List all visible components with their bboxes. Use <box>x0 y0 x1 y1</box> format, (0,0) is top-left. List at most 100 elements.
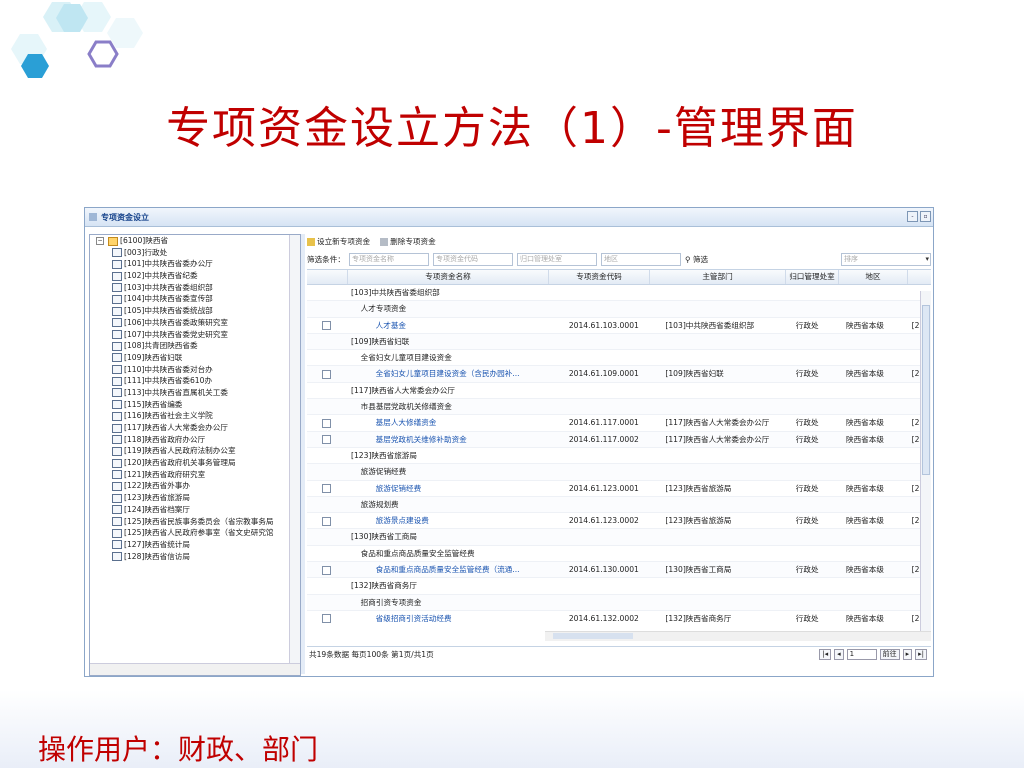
table-row[interactable]: 食品和重点商品质量安全监管经费 <box>307 546 931 563</box>
table-row[interactable]: 人才基金 2014.61.103.0001 [103]中共陕西省委组织部 行政处 陕西省… <box>307 318 931 334</box>
cell-name[interactable]: 旅游景点建设费 <box>346 513 569 528</box>
sort-select[interactable]: 排序 ▾ <box>841 252 931 266</box>
tree-root-node[interactable]: − [6100]陕西省 <box>90 235 300 247</box>
header-code[interactable]: 专项资金代码 <box>549 270 650 284</box>
table-row[interactable]: 基层人大修缮资金 2014.61.117.0001 [117]陕西省人大常委会办公厅… <box>307 415 931 432</box>
filter-button[interactable]: ⚲ 筛选 <box>685 254 708 265</box>
tree-node[interactable]: [120]陕西省政府机关事务管理局 <box>90 457 300 469</box>
row-checkbox[interactable] <box>321 418 331 428</box>
table-row[interactable]: 人才专项资金 <box>307 301 931 318</box>
prev-page-icon[interactable]: ◂ <box>834 649 844 660</box>
tree-node[interactable]: [101]中共陕西省委办公厅 <box>90 258 300 270</box>
cell-code <box>559 399 658 414</box>
tree-node[interactable]: [125]陕西省人民政府参事室（省文史研究馆 <box>90 527 300 539</box>
row-checkbox[interactable] <box>321 435 331 445</box>
tree-node[interactable]: [109]陕西省妇联 <box>90 352 300 364</box>
table-row[interactable]: 省级招商引资活动经费 2014.61.132.0002 [132]陕西省商务厅 行政处… <box>307 611 931 625</box>
tree-node[interactable]: [117]陕西省人大常委会办公厅 <box>90 422 300 434</box>
tree-node[interactable]: [125]陕西省民族事务委员会（省宗教事务局 <box>90 516 300 528</box>
table-row[interactable]: 旅游景点建设费 2014.61.123.0002 [123]陕西省旅游局 行政处 陕西省… <box>307 513 931 530</box>
panel-splitter[interactable] <box>301 234 305 674</box>
table-row[interactable]: [132]陕西省商务厅 <box>307 578 931 595</box>
tree-node[interactable]: [103]中共陕西省委组织部 <box>90 282 300 294</box>
table-row[interactable]: [130]陕西省工商局 <box>307 529 931 546</box>
table-row[interactable]: 旅游促销经费 <box>307 464 931 481</box>
fund-name-input[interactable]: 专项资金名称 <box>348 252 429 266</box>
tree-node[interactable]: [106]中共陕西省委政策研究室 <box>90 317 300 329</box>
cell-name[interactable]: 全省妇女儿童项目建设资金（含民办园补... <box>346 366 569 381</box>
cell-name[interactable]: 省级招商引资活动经费 <box>346 611 569 625</box>
table-row[interactable]: 基层党政机关维修补助资金 2014.61.117.0002 [117]陕西省人大常委… <box>307 431 931 448</box>
node-icon <box>112 470 122 480</box>
row-checkbox-cell <box>307 578 347 593</box>
tree-node[interactable]: [003]行政处 <box>90 247 300 259</box>
minimize-icon[interactable]: - <box>907 211 918 222</box>
cell-name[interactable]: 人才基金 <box>346 318 569 333</box>
table-row[interactable]: 旅游规划费 <box>307 496 931 514</box>
tree-vertical-scrollbar[interactable] <box>289 235 300 663</box>
header-region[interactable]: 地区 <box>839 270 908 284</box>
go-button[interactable]: 前往 <box>879 649 900 660</box>
tree-node[interactable]: [113]中共陕西省直属机关工委 <box>90 387 300 399</box>
cell-name: [103]中共陕西省委组织部 <box>351 288 440 297</box>
table-row[interactable]: 市县基层党政机关修缮资金 <box>307 399 931 416</box>
tree-node[interactable]: [102]中共陕西省纪委 <box>90 270 300 282</box>
table-row[interactable]: 食品和重点商品质量安全监管经费（流通... 2014.61.130.0001 [13… <box>307 562 931 579</box>
collapse-icon[interactable]: − <box>96 237 104 245</box>
restore-icon[interactable]: ▫ <box>920 211 931 222</box>
tree-node[interactable]: [122]陕西省外事办 <box>90 480 300 492</box>
header-office[interactable]: 归口管理处室 <box>786 270 839 284</box>
first-page-icon[interactable]: |◂ <box>819 649 832 660</box>
tree-node[interactable]: [108]共青团陕西省委 <box>90 340 300 352</box>
table-row[interactable]: [109]陕西省妇联 <box>307 333 931 351</box>
table-row[interactable]: [117]陕西省人大常委会办公厅 <box>307 383 931 400</box>
cell-name[interactable]: 基层党政机关维修补助资金 <box>346 432 569 447</box>
tree-node[interactable]: [119]陕西省人民政府法制办公室 <box>90 445 300 457</box>
tree-node[interactable]: [107]中共陕西省委党史研究室 <box>90 329 300 341</box>
tree-node[interactable]: [127]陕西省统计局 <box>90 539 300 551</box>
add-fund-button[interactable]: 设立新专项资金 <box>307 236 370 247</box>
cell-name[interactable]: 食品和重点商品质量安全监管经费（流通... <box>346 562 569 577</box>
tree-node[interactable]: [121]陕西省政府研究室 <box>90 469 300 481</box>
row-checkbox[interactable] <box>321 484 331 494</box>
row-checkbox[interactable] <box>321 516 331 526</box>
row-checkbox[interactable] <box>321 565 331 575</box>
cell-name[interactable]: 基层人大修缮资金 <box>346 415 569 430</box>
row-checkbox[interactable] <box>321 614 331 624</box>
tree-node[interactable]: [118]陕西省政府办公厅 <box>90 434 300 446</box>
table-row[interactable]: 全省妇女儿童项目建设资金 <box>307 350 931 367</box>
tree-horizontal-scrollbar[interactable] <box>90 663 300 675</box>
row-checkbox[interactable] <box>321 321 331 331</box>
table-row[interactable]: [123]陕西省旅游局 <box>307 448 931 465</box>
tree-node[interactable]: [124]陕西省档案厅 <box>90 504 300 516</box>
tree-node[interactable]: [115]陕西省编委 <box>90 399 300 411</box>
cell-dept: [103]中共陕西省委组织部 <box>665 320 755 330</box>
tree-node[interactable]: [128]陕西省信访局 <box>90 551 300 563</box>
row-checkbox[interactable] <box>321 369 331 379</box>
node-icon <box>112 552 122 562</box>
table-row[interactable]: 招商引资专项资金 <box>307 594 931 611</box>
last-page-icon[interactable]: ▸| <box>915 649 927 660</box>
next-page-icon[interactable]: ▸ <box>902 649 913 660</box>
delete-fund-button[interactable]: 删除专项资金 <box>380 236 436 247</box>
table-row[interactable]: [103]中共陕西省委组织部 <box>307 285 931 302</box>
tree-node[interactable]: [104]中共陕西省委宣传部 <box>90 293 300 305</box>
region-input[interactable]: 地区 <box>600 252 681 266</box>
header-dept[interactable]: 主管部门 <box>650 270 786 284</box>
tree-node[interactable]: [123]陕西省旅游局 <box>90 492 300 504</box>
grid-horizontal-scrollbar[interactable] <box>545 631 931 641</box>
tree-node[interactable]: [105]中共陕西省委统战部 <box>90 305 300 317</box>
tree-node-label: [116]陕西省社会主义学院 <box>124 411 213 421</box>
cell-name[interactable]: 旅游促销经费 <box>346 481 569 496</box>
tree-node[interactable]: [111]中共陕西省委610办 <box>90 375 300 387</box>
table-row[interactable]: 旅游促销经费 2014.61.123.0001 [123]陕西省旅游局 行政处 陕西省本… <box>307 481 931 497</box>
page-input[interactable]: 1 <box>846 649 877 660</box>
fund-code-input[interactable]: 专项资金代码 <box>432 252 513 266</box>
cell-dept <box>651 578 786 593</box>
grid-vertical-scrollbar[interactable] <box>920 291 931 631</box>
dept-office-input[interactable]: 归口管理处室 <box>516 252 597 266</box>
tree-node[interactable]: [110]中共陕西省委对台办 <box>90 364 300 376</box>
tree-node[interactable]: [116]陕西省社会主义学院 <box>90 410 300 422</box>
header-name[interactable]: 专项资金名称 <box>348 270 549 284</box>
table-row[interactable]: 全省妇女儿童项目建设资金（含民办园补... 2014.61.109.0001 [10… <box>307 366 931 383</box>
